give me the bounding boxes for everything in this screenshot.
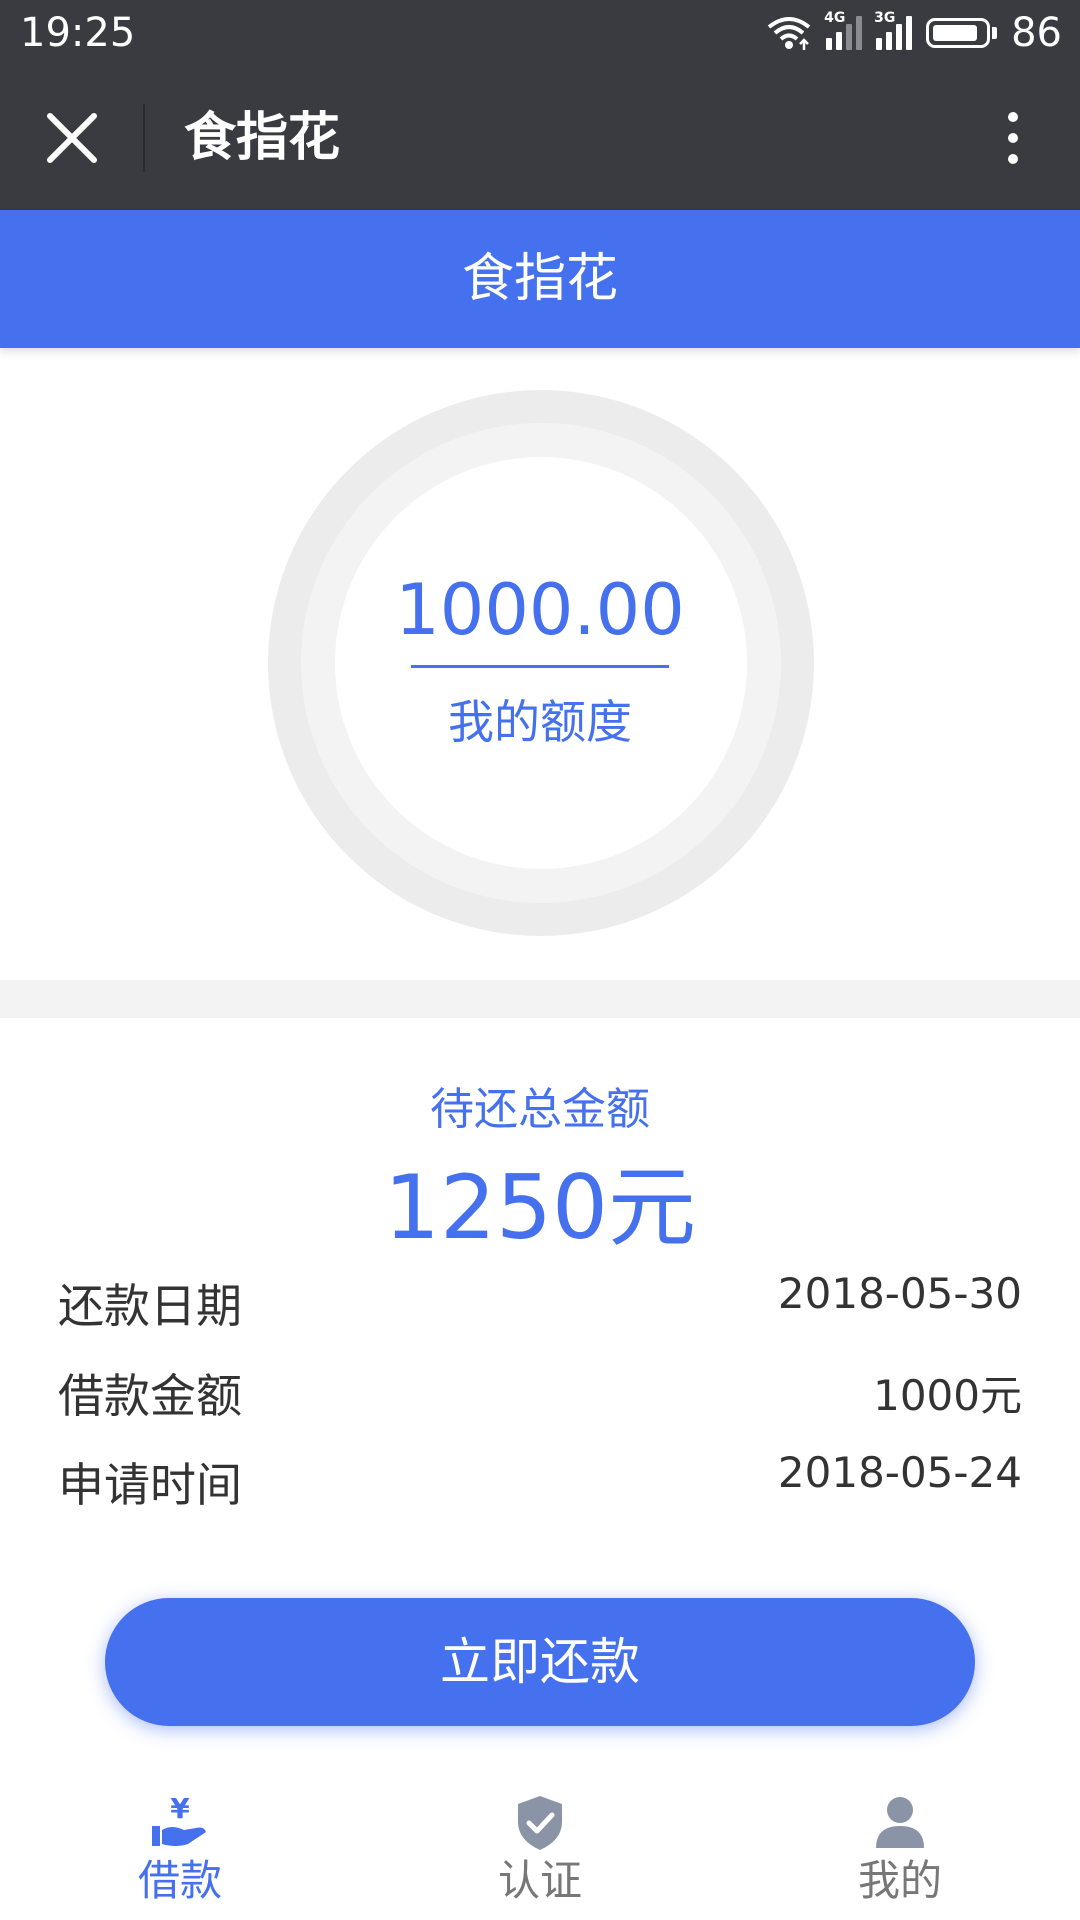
info-label: 借款金额	[58, 1369, 242, 1423]
tab-verify[interactable]: 认证	[440, 1780, 640, 1920]
credit-ring-inner	[335, 457, 747, 869]
more-dot	[1008, 154, 1018, 164]
nav-divider	[143, 104, 145, 172]
section-divider	[0, 980, 1080, 1018]
status-time: 19:25	[20, 10, 136, 56]
info-value: 1000元	[873, 1371, 1022, 1420]
network-type-label: 4G	[824, 10, 846, 26]
tab-label: 我的	[857, 1856, 942, 1905]
wifi-icon	[767, 17, 811, 50]
info-row-loan-amount: 借款金额 1000元	[58, 1366, 1022, 1426]
top-nav-bar: 食指花	[0, 66, 1080, 210]
signal-4g-icon: 4G	[824, 10, 863, 50]
shield-check-icon	[518, 1796, 562, 1850]
repay-now-button[interactable]: 立即还款	[105, 1598, 975, 1726]
user-icon	[876, 1797, 924, 1848]
info-value: 2018-05-30	[777, 1269, 1022, 1318]
tab-label: 借款	[137, 1856, 222, 1905]
info-label: 申请时间	[58, 1458, 242, 1512]
tab-loan[interactable]: ¥ 借款	[80, 1780, 280, 1920]
network-type-label: 3G	[874, 10, 896, 26]
tab-label: 认证	[497, 1856, 582, 1905]
status-indicators: 4G 3G 86	[766, 8, 1062, 58]
signal-3g-icon: 3G	[874, 10, 913, 50]
svg-text:¥: ¥	[170, 1792, 190, 1825]
info-row-apply-time: 申请时间 2018-05-24	[58, 1448, 1022, 1515]
page-header: 食指花	[0, 210, 1080, 348]
credit-limit-amount: 1000.00	[395, 569, 685, 651]
pending-total-amount: 1250元	[384, 1156, 696, 1259]
close-icon	[47, 113, 97, 163]
tab-mine[interactable]: 我的	[800, 1780, 1000, 1920]
bottom-tab-bar: ¥ 借款 认证 我的	[0, 1780, 1080, 1920]
close-button[interactable]	[40, 106, 104, 170]
more-dot	[1008, 112, 1018, 122]
credit-limit-underline	[411, 665, 669, 668]
pending-total-label: 待还总金额	[430, 1084, 650, 1135]
battery-tip	[992, 27, 998, 39]
status-bar: 19:25 4G 3G 86	[0, 0, 1080, 66]
info-row-repay-date: 还款日期 2018-05-30	[58, 1269, 1022, 1336]
more-button[interactable]	[998, 106, 1028, 170]
loan-icon: ¥	[152, 1792, 206, 1846]
nav-title: 食指花	[184, 108, 341, 168]
more-dot	[1008, 133, 1018, 143]
credit-limit-label: 我的额度	[448, 695, 632, 749]
page-title: 食指花	[461, 249, 618, 309]
battery-level: 86	[1011, 10, 1062, 56]
battery-icon	[926, 18, 991, 48]
info-label: 还款日期	[58, 1279, 242, 1333]
info-value: 2018-05-24	[777, 1448, 1022, 1497]
